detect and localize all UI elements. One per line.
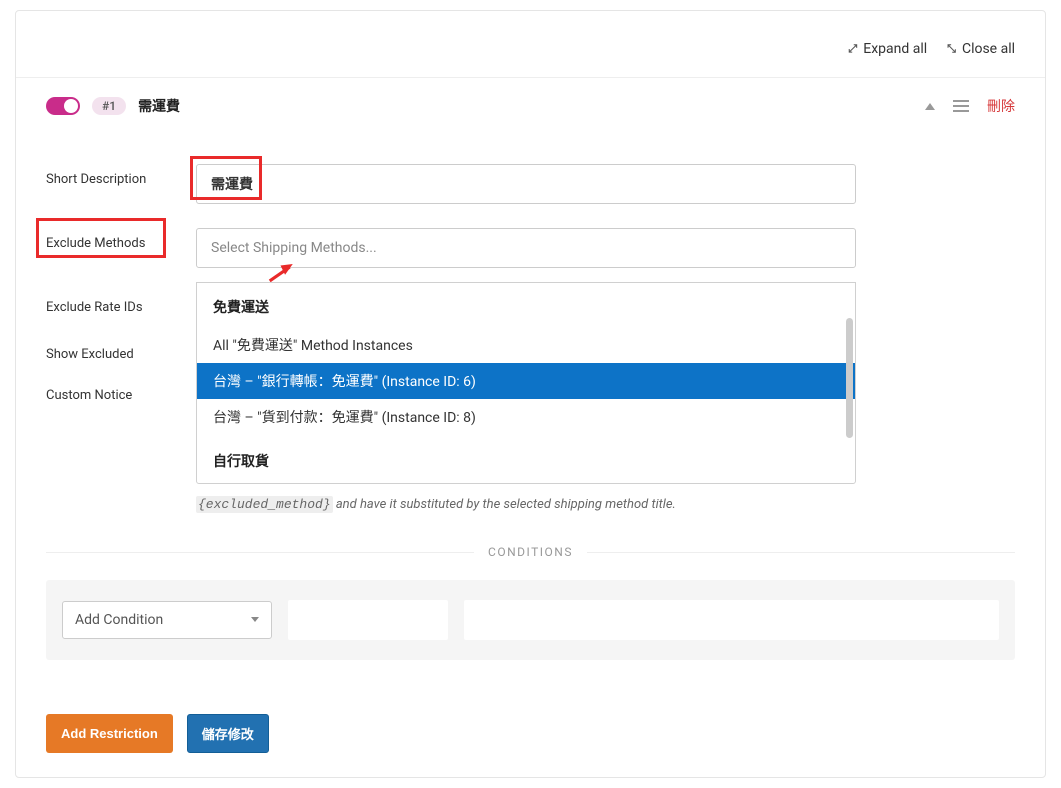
dropdown-group-label: 免費運送 xyxy=(197,287,855,327)
restriction-header: #1 需運費 刪除 xyxy=(16,78,1045,134)
scrollbar-thumb[interactable] xyxy=(846,318,853,438)
shipping-methods-dropdown: 免費運送 All "免費運送" Method Instances 台灣 – "銀… xyxy=(196,282,856,484)
save-button[interactable]: 儲存修改 xyxy=(187,714,269,753)
exclude-methods-select[interactable]: Select Shipping Methods... xyxy=(196,228,856,268)
restriction-title: 需運費 xyxy=(138,96,180,116)
collapse-icon: ⤡ xyxy=(947,42,956,56)
short-description-label: Short Description xyxy=(46,164,196,187)
scrollbar[interactable] xyxy=(846,318,853,477)
dropdown-group-label: 自行取貨 xyxy=(197,435,855,481)
add-condition-label: Add Condition xyxy=(75,612,163,628)
collapse-icon[interactable] xyxy=(925,103,935,110)
exclude-rate-ids-label: Exclude Rate IDs xyxy=(46,292,196,315)
dropdown-item[interactable]: 台灣 – "貨到付款：免運費" (Instance ID: 8) xyxy=(197,399,855,435)
short-description-input[interactable] xyxy=(196,164,856,204)
dropdown-item[interactable]: 台灣 – "銀行轉帳：免運費" (Instance ID: 6) xyxy=(197,363,855,399)
condition-operator-placeholder xyxy=(288,600,448,640)
dropdown-item[interactable]: All "免費運送" Method Instances xyxy=(197,327,855,363)
helper-text-tail: and have it substituted by the selected … xyxy=(333,497,676,512)
expand-icon: ⤢ xyxy=(848,42,857,56)
expand-all-link[interactable]: ⤢ Expand all xyxy=(848,41,927,57)
helper-text: {excluded_method} and have it substitute… xyxy=(196,495,1015,515)
drag-handle-icon[interactable] xyxy=(953,100,969,112)
close-all-label: Close all xyxy=(962,41,1015,57)
add-condition-select[interactable]: Add Condition xyxy=(62,601,272,639)
conditions-box: Add Condition xyxy=(46,580,1015,660)
delete-link[interactable]: 刪除 xyxy=(987,96,1015,116)
expand-all-label: Expand all xyxy=(863,41,927,57)
custom-notice-label: Custom Notice xyxy=(46,380,196,403)
show-excluded-label: Show Excluded xyxy=(46,339,196,362)
close-all-link[interactable]: ⤡ Close all xyxy=(947,41,1015,57)
conditions-heading: CONDITIONS xyxy=(474,545,587,559)
enable-toggle[interactable] xyxy=(46,97,80,115)
add-restriction-button[interactable]: Add Restriction xyxy=(46,714,173,753)
toggle-knob xyxy=(64,99,78,113)
chevron-down-icon xyxy=(251,617,259,622)
restriction-badge: #1 xyxy=(92,97,126,115)
select-placeholder-text: Select Shipping Methods... xyxy=(211,240,377,256)
exclude-methods-label: Exclude Methods xyxy=(46,236,145,251)
helper-code: {excluded_method} xyxy=(196,496,333,513)
condition-value-placeholder xyxy=(464,600,999,640)
